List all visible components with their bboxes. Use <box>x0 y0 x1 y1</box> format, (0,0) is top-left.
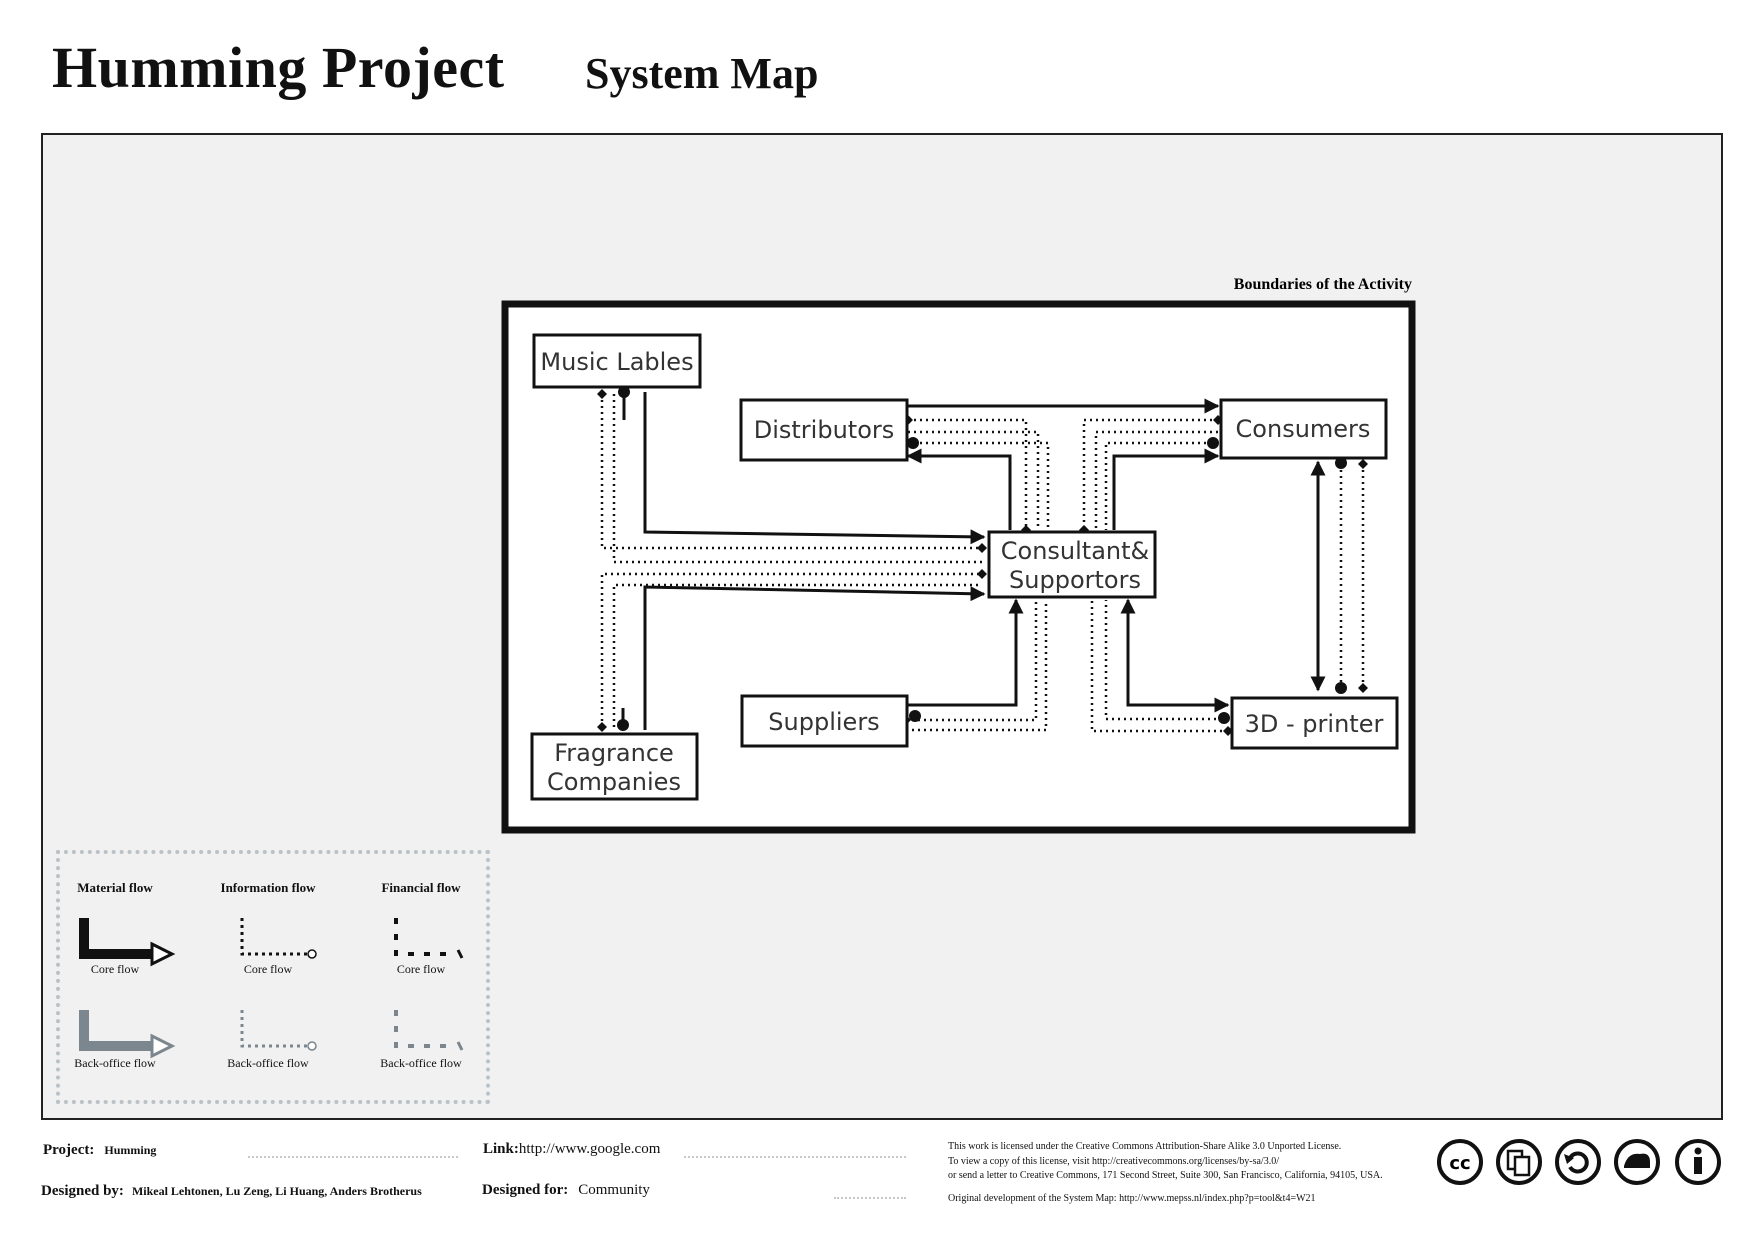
project-label: Project: <box>43 1142 95 1158</box>
footer-designed-by: Designed by: Mikeal Lehtonen, Lu Zeng, L… <box>41 1182 422 1200</box>
node-label-line2: Supportors <box>1009 566 1141 594</box>
share-alike-icon <box>1555 1139 1601 1185</box>
attribution-copy-icon <box>1496 1139 1542 1185</box>
footer-link: Link:http://www.google.com <box>483 1140 660 1158</box>
license-text: This work is licensed under the Creative… <box>948 1140 1418 1206</box>
dot-suppliers <box>909 710 921 722</box>
node-label: Suppliers <box>768 708 879 736</box>
designed-for-value: Community <box>578 1182 650 1198</box>
legend-information-backoffice-caption: Back-office flow <box>227 1056 309 1070</box>
node-consultant-supportors: Consultant& Supportors <box>987 530 1157 599</box>
legend-material-heading: Material flow <box>77 880 153 895</box>
info-icon <box>1675 1139 1721 1185</box>
financial-core-icon <box>394 918 464 959</box>
cc-icon: cc <box>1437 1139 1483 1185</box>
legend-financial-heading: Financial flow <box>381 880 461 895</box>
license-line-2: To view a copy of this license, visit ht… <box>948 1155 1279 1167</box>
project-dots <box>248 1156 458 1158</box>
boundary-label: Boundaries of the Activity <box>1234 276 1412 293</box>
information-backoffice-icon <box>240 1010 317 1051</box>
material-core-icon <box>79 918 176 967</box>
node-suppliers: Suppliers <box>740 694 909 748</box>
node-3d-printer: 3D - printer <box>1230 696 1399 750</box>
license-line-4: Original development of the System Map: … <box>948 1192 1316 1204</box>
designed-by-label: Designed by: <box>41 1183 124 1199</box>
remix-icon <box>1614 1139 1660 1185</box>
license-line-3: or send a letter to Creative Commons, 17… <box>948 1170 1383 1181</box>
link-label: Link: <box>483 1141 519 1157</box>
node-label-line1: Consultant& <box>1001 537 1150 565</box>
link-dots <box>684 1156 906 1158</box>
node-label: Distributors <box>754 416 895 444</box>
footer-project: Project: Humming <box>43 1141 156 1159</box>
node-consumers: Consumers <box>1219 398 1388 460</box>
legend-information-core-caption: Core flow <box>243 962 293 976</box>
dot-fragrance <box>617 719 629 731</box>
information-core-icon <box>240 918 317 959</box>
legend-material-core-caption: Core flow <box>90 962 140 976</box>
node-label-line2: Companies <box>547 768 681 796</box>
material-backoffice-icon <box>79 1010 176 1059</box>
dot-consumers <box>1207 437 1219 449</box>
node-label: 3D - printer <box>1245 710 1384 738</box>
flow-legend: Material flow Information flow Financial… <box>56 850 490 1104</box>
link-value[interactable]: http://www.google.com <box>519 1141 661 1157</box>
node-music-lables: Music Lables <box>532 333 702 389</box>
node-label: Music Lables <box>540 348 693 376</box>
legend-financial-backoffice-caption: Back-office flow <box>380 1056 462 1070</box>
svg-text:cc: cc <box>1449 1153 1470 1174</box>
dot-printer-top <box>1335 682 1347 694</box>
license-line-1: This work is licensed under the Creative… <box>948 1141 1342 1152</box>
designed-for-label: Designed for: <box>482 1182 569 1198</box>
map-subtitle: System Map <box>585 49 819 98</box>
node-fragrance-companies: Fragrance Companies <box>530 732 699 801</box>
project-value: Humming <box>104 1143 157 1157</box>
designed-by-value: Mikeal Lehtonen, Lu Zeng, Li Huang, Ande… <box>131 1184 422 1198</box>
legend-material-backoffice-caption: Back-office flow <box>74 1056 156 1070</box>
legend-financial-core-caption: Core flow <box>396 962 446 976</box>
node-label-line1: Fragrance <box>554 739 674 767</box>
legend-information-heading: Information flow <box>220 880 316 895</box>
financial-backoffice-icon <box>394 1010 464 1051</box>
designed-for-dots <box>834 1197 906 1199</box>
node-label: Consumers <box>1236 415 1371 443</box>
node-distributors: Distributors <box>739 398 909 462</box>
project-title: Humming Project <box>52 35 505 100</box>
dot-printer <box>1218 712 1230 724</box>
dot-distributors <box>907 437 919 449</box>
cc-license-icons: cc <box>1437 1139 1721 1185</box>
footer-designed-for: Designed for: Community <box>482 1181 650 1199</box>
